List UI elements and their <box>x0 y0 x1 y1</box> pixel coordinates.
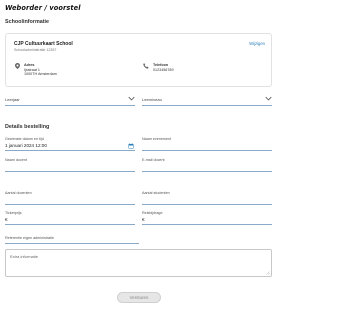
date-field[interactable]: Gewenste datum en tijd 1 januari 2024 12… <box>5 137 135 151</box>
change-school-link[interactable]: Wijzigen <box>249 41 265 46</box>
date-field-label: Gewenste datum en tijd <box>5 137 44 141</box>
extra-price-field[interactable]: Reisbijdrage € <box>142 211 272 225</box>
phone-icon <box>143 63 149 69</box>
num-teachers-field[interactable]: Aantal docenten <box>5 191 135 205</box>
num-teachers-label: Aantal docenten <box>5 191 32 195</box>
submit-button[interactable]: Versturen <box>117 292 161 303</box>
location-pin-icon <box>14 63 20 69</box>
teacher-name-label: Naam docent <box>5 158 27 162</box>
address-line2: 1000TH Amsterdam <box>24 72 57 77</box>
school-card: CJP Cultuurkaart School Schooladministra… <box>5 33 272 87</box>
teacher-email-field[interactable]: E-mail docent <box>142 158 272 172</box>
chevron-down-icon <box>265 96 272 101</box>
event-name-label: Naam evenement <box>142 137 172 141</box>
extra-info-placeholder: Extra informatie <box>10 254 39 259</box>
num-students-label: Aantal studenten <box>142 191 170 195</box>
teacher-name-field[interactable]: Naam docent <box>5 158 135 172</box>
leerniveau-select-value: Leerniveau <box>142 97 162 102</box>
section-title-order: Details bestelling <box>5 124 50 130</box>
reference-label: Referentie eigen administratie <box>5 236 54 240</box>
leerniveau-select[interactable]: Leerniveau <box>142 96 272 106</box>
resize-grip-icon[interactable] <box>266 271 270 275</box>
chevron-down-icon <box>128 96 135 101</box>
reference-field[interactable]: Referentie eigen administratie <box>5 236 139 244</box>
phone-value: 0123456789 <box>153 67 174 72</box>
section-title-school: Schoolinformatie <box>5 19 50 25</box>
address-block: Adres Ijsstraat 1 1000TH Amsterdam <box>14 63 57 77</box>
event-name-field[interactable]: Naam evenement <box>142 137 272 151</box>
school-name: CJP Cultuurkaart School <box>14 41 73 47</box>
extra-price-value: € <box>142 217 145 222</box>
leerjaar-select-value: Leerjaar <box>5 97 20 102</box>
extra-price-label: Reisbijdrage <box>142 211 163 215</box>
date-field-value: 1 januari 2024 12:00 <box>5 143 47 148</box>
ticket-price-value: € <box>5 217 8 222</box>
calendar-icon[interactable] <box>128 143 134 149</box>
extra-info-textarea[interactable]: Extra informatie <box>5 249 272 277</box>
school-id: Schooladministratie 12357 <box>14 48 57 52</box>
ticket-price-label: Ticketprijs <box>5 211 22 215</box>
leerjaar-select[interactable]: Leerjaar <box>5 96 135 106</box>
teacher-email-label: E-mail docent <box>142 158 165 162</box>
ticket-price-field[interactable]: Ticketprijs € <box>5 211 135 225</box>
phone-block: Telefoon 0123456789 <box>143 63 174 72</box>
page-title: Weborder / voorstel <box>5 4 81 12</box>
num-students-field[interactable]: Aantal studenten <box>142 191 272 205</box>
